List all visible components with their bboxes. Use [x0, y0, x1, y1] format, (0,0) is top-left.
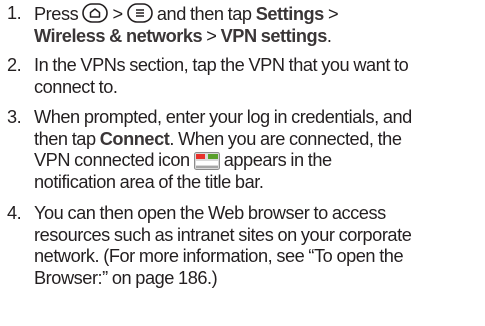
step-text: and then tap: [156, 4, 252, 24]
step-text: >: [112, 4, 123, 24]
step-line: Browser:” on page 186.): [34, 267, 218, 288]
step-body: When prompted, enter your log in credent…: [34, 107, 483, 193]
instruction-page: 1. Press > and then tap Settings > Wirel…: [0, 0, 485, 326]
connect-label: Connect: [99, 128, 170, 149]
step-number: 4.: [7, 203, 22, 223]
step-line: In the VPNs section, tap the VPN that yo…: [34, 55, 409, 75]
vpn-settings-label: VPN settings: [220, 25, 328, 46]
step-text: appears in the: [223, 150, 332, 170]
step-line: resources such as intranet sites on your…: [34, 224, 412, 245]
step-text: >: [206, 25, 217, 46]
step-line: Wireless & networks > VPN settings.: [34, 26, 483, 48]
step-line: VPN connected icon appears in the: [34, 150, 483, 172]
step-body: Press > and then tap Settings > Wireless…: [34, 3, 483, 47]
step-text: then tap: [34, 128, 96, 149]
menu-key-icon: [126, 3, 153, 23]
step-body: In the VPNs section, tap the VPN that yo…: [34, 55, 483, 98]
home-key-icon: [82, 3, 109, 23]
step-number: 1.: [7, 3, 22, 23]
step-text: VPN connected icon: [34, 150, 190, 170]
step-line: network. (For more information, see “To …: [34, 246, 404, 266]
wireless-networks-label: Wireless & networks: [34, 25, 203, 46]
step-line: Press > and then tap Settings >: [34, 3, 483, 26]
step-body: You can then open the Web browser to acc…: [34, 203, 483, 289]
step-line: You can then open the Web browser to acc…: [34, 203, 386, 223]
step-number: 3.: [7, 107, 22, 127]
step-text: . When you are connected, the: [169, 128, 402, 149]
step-line: When prompted, enter your log in credent…: [34, 107, 412, 127]
step-line: connect to.: [34, 76, 118, 97]
step-line: then tap Connect. When you are connected…: [34, 129, 483, 151]
settings-label: Settings: [255, 4, 325, 24]
step-text: .: [326, 25, 332, 46]
step-text: Press: [34, 4, 79, 24]
vpn-connected-icon: [193, 152, 220, 170]
step-number: 2.: [7, 55, 22, 75]
step-text: >: [327, 4, 339, 24]
step-line: notification area of the title bar.: [34, 171, 264, 192]
